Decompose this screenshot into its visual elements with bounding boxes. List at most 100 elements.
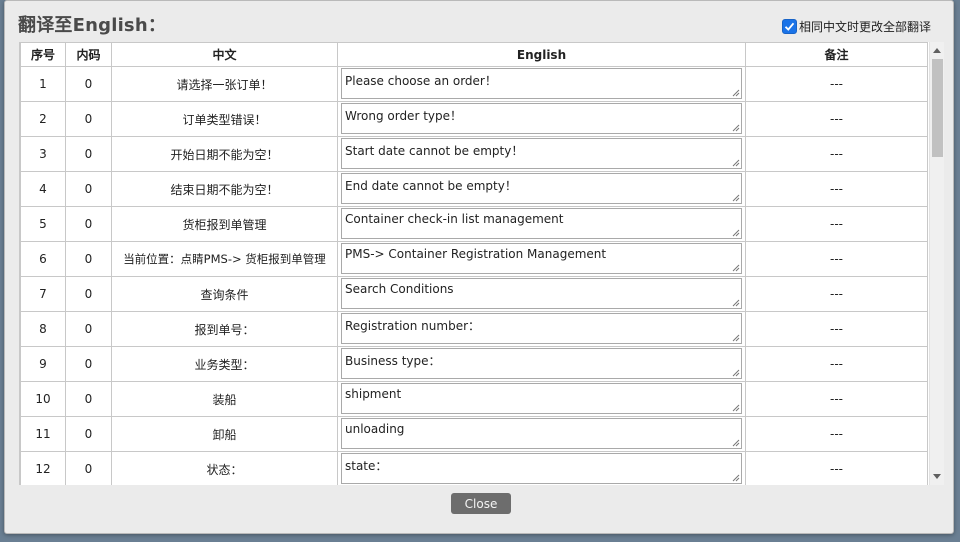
table-header-row: 序号 内码 中文 English 备注	[20, 42, 928, 67]
col-header-chinese: 中文	[111, 42, 338, 67]
english-translation-input[interactable]: state：	[341, 453, 742, 484]
row-note: ---	[745, 241, 928, 277]
resize-grip-icon[interactable]	[732, 334, 740, 342]
english-translation-input[interactable]: shipment	[341, 383, 742, 414]
english-translation-input[interactable]: Business type：	[341, 348, 742, 379]
row-note: ---	[745, 101, 928, 137]
row-chinese: 装船	[111, 381, 338, 417]
resize-grip-icon[interactable]	[732, 159, 740, 167]
resize-grip-icon[interactable]	[732, 369, 740, 377]
row-builtin: 0	[65, 136, 112, 172]
english-translation-text: Wrong order type！	[345, 109, 462, 123]
table-row: 3 0 开始日期不能为空！ Start date cannot be empty…	[20, 136, 928, 172]
english-translation-text: unloading	[345, 422, 405, 436]
row-builtin: 0	[65, 101, 112, 137]
row-builtin: 0	[65, 451, 112, 485]
row-seq: 8	[20, 311, 66, 347]
english-translation-input[interactable]: Registration number：	[341, 313, 742, 344]
row-chinese: 卸船	[111, 416, 338, 452]
row-chinese: 请选择一张订单！	[111, 66, 338, 102]
row-seq: 10	[20, 381, 66, 417]
table-row: 6 0 当前位置：点睛PMS-> 货柜报到单管理 PMS-> Container…	[20, 241, 928, 277]
resize-grip-icon[interactable]	[732, 124, 740, 132]
resize-grip-icon[interactable]	[732, 89, 740, 97]
english-translation-text: Registration number：	[345, 319, 481, 333]
row-chinese: 查询条件	[111, 276, 338, 312]
close-button[interactable]: Close	[451, 493, 511, 514]
row-builtin: 0	[65, 206, 112, 242]
table-row: 8 0 报到单号： Registration number： ---	[20, 311, 928, 347]
row-chinese: 订单类型错误！	[111, 101, 338, 137]
row-chinese: 货柜报到单管理	[111, 206, 338, 242]
row-chinese: 报到单号：	[111, 311, 338, 347]
checkmark-icon	[784, 22, 795, 31]
row-note: ---	[745, 346, 928, 382]
english-translation-input[interactable]: unloading	[341, 418, 742, 449]
sync-all-label[interactable]: 相同中文时更改全部翻译	[799, 18, 931, 35]
col-header-builtin: 内码	[65, 42, 112, 67]
english-translation-input[interactable]: Container check-in list management	[341, 208, 742, 239]
row-seq: 3	[20, 136, 66, 172]
english-translation-input[interactable]: Wrong order type！	[341, 103, 742, 134]
chevron-down-icon[interactable]	[933, 474, 941, 479]
resize-grip-icon[interactable]	[732, 474, 740, 482]
row-note: ---	[745, 451, 928, 485]
row-builtin: 0	[65, 416, 112, 452]
row-note: ---	[745, 206, 928, 242]
table-row: 11 0 卸船 unloading ---	[20, 416, 928, 452]
row-note: ---	[745, 311, 928, 347]
row-chinese: 状态：	[111, 451, 338, 485]
resize-grip-icon[interactable]	[732, 229, 740, 237]
table-row: 2 0 订单类型错误！ Wrong order type！ ---	[20, 101, 928, 137]
dialog-title: 翻译至English：	[18, 15, 167, 36]
row-chinese: 开始日期不能为空！	[111, 136, 338, 172]
scrollbar-thumb[interactable]	[932, 59, 943, 157]
col-header-english: English	[337, 42, 746, 67]
row-seq: 2	[20, 101, 66, 137]
english-translation-input[interactable]: PMS-> Container Registration Management	[341, 243, 742, 274]
row-seq: 12	[20, 451, 66, 485]
resize-grip-icon[interactable]	[732, 264, 740, 272]
row-builtin: 0	[65, 276, 112, 312]
english-translation-text: shipment	[345, 387, 402, 401]
col-header-seq: 序号	[20, 42, 66, 67]
row-note: ---	[745, 416, 928, 452]
row-builtin: 0	[65, 171, 112, 207]
col-header-note: 备注	[745, 42, 928, 67]
sync-all-toggle[interactable]: 相同中文时更改全部翻译	[781, 18, 931, 35]
english-translation-text: Please choose an order！	[345, 74, 497, 88]
english-translation-input[interactable]: Please choose an order！	[341, 68, 742, 99]
table-row: 1 0 请选择一张订单！ Please choose an order！ ---	[20, 66, 928, 102]
table-row: 5 0 货柜报到单管理 Container check-in list mana…	[20, 206, 928, 242]
row-seq: 11	[20, 416, 66, 452]
table-scrollbar[interactable]	[929, 42, 944, 485]
row-seq: 7	[20, 276, 66, 312]
table-row: 4 0 结束日期不能为空！ End date cannot be empty！ …	[20, 171, 928, 207]
english-translation-input[interactable]: Start date cannot be empty！	[341, 138, 742, 169]
english-translation-input[interactable]: Search Conditions	[341, 278, 742, 309]
translation-table-container: 序号 内码 中文 English 备注 1 0 请选择一张订单！ Please …	[19, 42, 944, 485]
table-row: 7 0 查询条件 Search Conditions ---	[20, 276, 928, 312]
table-row: 10 0 装船 shipment ---	[20, 381, 928, 417]
translation-table: 序号 内码 中文 English 备注 1 0 请选择一张订单！ Please …	[20, 42, 928, 485]
resize-grip-icon[interactable]	[732, 194, 740, 202]
english-translation-text: PMS-> Container Registration Management	[345, 247, 607, 261]
row-note: ---	[745, 276, 928, 312]
row-builtin: 0	[65, 381, 112, 417]
resize-grip-icon[interactable]	[732, 404, 740, 412]
english-translation-text: Business type：	[345, 354, 441, 368]
chevron-up-icon[interactable]	[933, 48, 941, 53]
row-note: ---	[745, 381, 928, 417]
row-note: ---	[745, 136, 928, 172]
resize-grip-icon[interactable]	[732, 439, 740, 447]
row-chinese: 业务类型：	[111, 346, 338, 382]
row-chinese: 当前位置：点睛PMS-> 货柜报到单管理	[111, 241, 338, 277]
table-row: 9 0 业务类型： Business type： ---	[20, 346, 928, 382]
english-translation-input[interactable]: End date cannot be empty！	[341, 173, 742, 204]
sync-all-checkbox[interactable]	[781, 19, 797, 34]
english-translation-text: Start date cannot be empty！	[345, 144, 524, 158]
resize-grip-icon[interactable]	[732, 299, 740, 307]
english-translation-text: state：	[345, 459, 388, 473]
row-seq: 9	[20, 346, 66, 382]
row-chinese: 结束日期不能为空！	[111, 171, 338, 207]
